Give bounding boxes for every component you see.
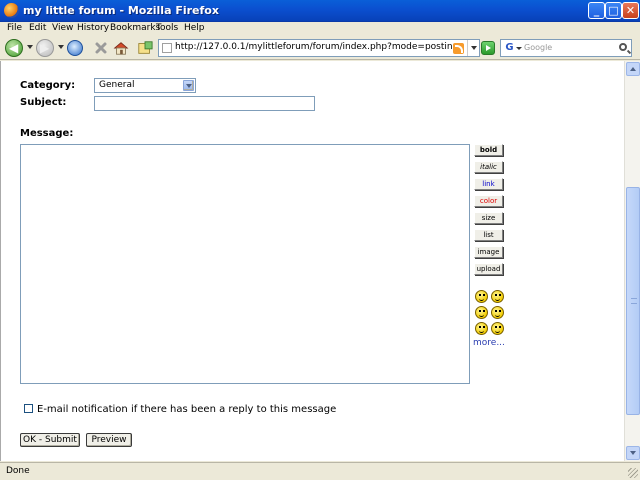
address-bar[interactable]: http://127.0.0.1/mylittleforum/forum/ind… bbox=[158, 39, 480, 57]
title-bar: my little forum - Mozilla Firefox _ □ ✕ bbox=[0, 0, 640, 22]
scroll-down-icon[interactable] bbox=[626, 446, 640, 460]
grin-icon[interactable] bbox=[491, 290, 504, 303]
search-icon[interactable] bbox=[619, 43, 627, 51]
menu-history[interactable]: History bbox=[77, 23, 109, 33]
happy-icon[interactable] bbox=[475, 322, 488, 335]
navigation-toolbar: ◀ ▶ http://127.0.0.1/mylittleforum/forum… bbox=[0, 36, 640, 60]
url-text[interactable]: http://127.0.0.1/mylittleforum/forum/ind… bbox=[175, 42, 458, 52]
message-label: Message: bbox=[20, 128, 74, 139]
rss-feed-icon[interactable] bbox=[453, 43, 464, 54]
color-button[interactable]: color bbox=[474, 195, 503, 207]
upload-button[interactable]: upload bbox=[474, 263, 503, 275]
menu-help[interactable]: Help bbox=[184, 23, 205, 33]
menu-view[interactable]: View bbox=[52, 23, 73, 33]
maximize-button[interactable]: □ bbox=[605, 2, 622, 19]
subject-input[interactable] bbox=[94, 96, 315, 111]
minimize-button[interactable]: _ bbox=[588, 2, 605, 19]
scrollbar-thumb[interactable] bbox=[626, 187, 640, 415]
category-select[interactable]: General bbox=[94, 78, 196, 93]
resize-grip-icon[interactable] bbox=[628, 468, 638, 478]
search-engine-dropdown-icon[interactable] bbox=[516, 47, 522, 50]
notification-label[interactable]: E-mail notification if there has been a … bbox=[37, 404, 336, 415]
page-content: Category: General Subject: Message: bold… bbox=[0, 61, 624, 461]
preview-button[interactable]: Preview bbox=[86, 433, 132, 447]
more-smilies-link[interactable]: more... bbox=[473, 338, 505, 348]
submit-button[interactable]: OK - Submit bbox=[20, 433, 80, 447]
message-textarea[interactable] bbox=[20, 144, 470, 384]
back-history-dropdown-icon[interactable] bbox=[27, 45, 33, 49]
bold-button[interactable]: bold bbox=[474, 144, 503, 156]
wink-icon[interactable] bbox=[475, 306, 488, 319]
close-button[interactable]: ✕ bbox=[622, 2, 639, 19]
forward-arrow-icon: ▶ bbox=[40, 41, 50, 55]
smile-icon[interactable] bbox=[475, 290, 488, 303]
category-selected-value: General bbox=[99, 80, 135, 90]
go-button[interactable] bbox=[481, 41, 495, 55]
notification-checkbox[interactable] bbox=[24, 404, 33, 413]
laugh-icon[interactable] bbox=[491, 306, 504, 319]
link-button[interactable]: link bbox=[474, 178, 503, 190]
menu-bar: File Edit View History Bookmarks Tools H… bbox=[0, 22, 640, 36]
chevron-down-icon[interactable] bbox=[183, 80, 194, 91]
bookmark-icon[interactable] bbox=[137, 40, 153, 56]
scroll-up-icon[interactable] bbox=[626, 62, 640, 76]
status-text: Done bbox=[6, 466, 30, 476]
list-button[interactable]: list bbox=[474, 229, 503, 241]
url-history-dropdown-icon[interactable] bbox=[467, 40, 479, 56]
italic-button[interactable]: italic bbox=[474, 161, 503, 173]
search-placeholder: Google bbox=[524, 43, 553, 52]
vertical-scrollbar[interactable] bbox=[624, 61, 640, 461]
category-label: Category: bbox=[20, 80, 76, 91]
forward-button[interactable]: ▶ bbox=[36, 39, 54, 57]
back-button[interactable]: ◀ bbox=[5, 39, 23, 57]
menu-file[interactable]: File bbox=[7, 23, 22, 33]
back-arrow-icon: ◀ bbox=[9, 41, 19, 55]
search-box[interactable]: G Google bbox=[500, 39, 632, 57]
menu-bookmarks[interactable]: Bookmarks bbox=[110, 23, 160, 33]
size-button[interactable]: size bbox=[474, 212, 503, 224]
image-button[interactable]: image bbox=[474, 246, 503, 258]
home-icon[interactable] bbox=[113, 40, 129, 56]
scrollbar-grip-icon bbox=[631, 298, 637, 304]
neutral-icon[interactable] bbox=[491, 322, 504, 335]
page-favicon-icon bbox=[162, 43, 172, 53]
search-engine-icon[interactable]: G bbox=[503, 42, 516, 54]
menu-tools[interactable]: Tools bbox=[156, 23, 178, 33]
menu-edit[interactable]: Edit bbox=[29, 23, 46, 33]
window-title: my little forum - Mozilla Firefox bbox=[23, 4, 219, 17]
subject-label: Subject: bbox=[20, 97, 67, 108]
firefox-icon bbox=[4, 3, 19, 18]
reload-icon[interactable] bbox=[67, 40, 83, 56]
status-bar: Done bbox=[0, 462, 640, 480]
forward-history-dropdown-icon[interactable] bbox=[58, 45, 64, 49]
stop-icon[interactable] bbox=[93, 40, 109, 56]
